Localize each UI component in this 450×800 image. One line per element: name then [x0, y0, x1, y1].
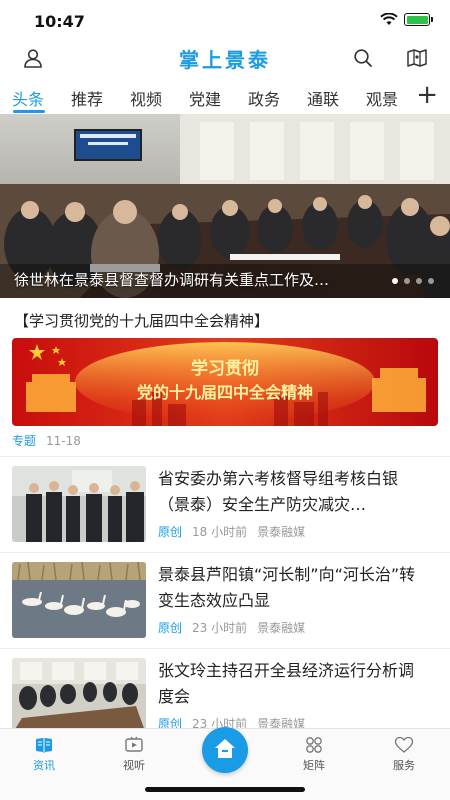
- status-icons: [380, 13, 433, 26]
- news-headline[interactable]: 张文玲主持召开全县经济运行分析调度会: [158, 658, 428, 710]
- status-bar: 10:47: [0, 0, 450, 44]
- news-thumbnail: [12, 658, 146, 734]
- news-source: 景泰融媒: [257, 621, 306, 635]
- app-title: 掌上景泰: [179, 48, 271, 72]
- add-tab-icon[interactable]: +: [416, 80, 438, 110]
- nav-media[interactable]: 视听: [104, 735, 164, 773]
- news-time: 18 小时前: [192, 525, 248, 539]
- bottom-nav: 资讯 视听 矩阵 服务: [0, 727, 450, 800]
- news-thumbnail: [12, 466, 146, 542]
- tab-scenery[interactable]: 观景: [366, 86, 398, 110]
- home-indicator: [145, 787, 305, 792]
- carousel-dot[interactable]: [392, 278, 398, 284]
- tab-headlines[interactable]: 头条: [12, 86, 44, 110]
- news-meta: 原创 23 小时前 景泰融媒: [158, 619, 305, 636]
- news-time: 23 小时前: [192, 621, 248, 635]
- matrix-icon: [306, 737, 322, 753]
- topic-banner[interactable]: 学习贯彻 党的十九届四中全会精神: [12, 338, 438, 426]
- nav-services[interactable]: 服务: [374, 735, 434, 773]
- news-source: 景泰融媒: [257, 525, 306, 539]
- home-button[interactable]: [202, 727, 248, 773]
- category-tabs: 头条 推荐 视频 党建 政务 通联 观景 +: [0, 80, 450, 114]
- topic-tag: 专题: [12, 434, 37, 448]
- carousel-dot[interactable]: [428, 278, 434, 284]
- headline-carousel[interactable]: 徐世林在景泰县督查督办调研有关重点工作及…: [0, 114, 450, 298]
- active-tab-indicator: [13, 110, 45, 113]
- banner-caption[interactable]: 徐世林在景泰县督查督办调研有关重点工作及…: [14, 269, 329, 290]
- news-thumbnail: [12, 562, 146, 638]
- status-time: 10:47: [34, 12, 85, 31]
- divider: [0, 552, 450, 553]
- nav-matrix-label: 矩阵: [303, 759, 325, 772]
- tab-government[interactable]: 政务: [248, 86, 280, 110]
- divider: [0, 456, 450, 457]
- nav-matrix[interactable]: 矩阵: [284, 735, 344, 773]
- news-type: 原创: [158, 621, 183, 635]
- map-icon[interactable]: [406, 47, 428, 69]
- news-item[interactable]: 省安委办第六考核督导组考核白银（景泰）安全生产防灾减灾… 原创 18 小时前 景泰融…: [0, 466, 450, 558]
- nav-news[interactable]: 资讯: [14, 735, 74, 773]
- tab-party-building[interactable]: 党建: [189, 86, 221, 110]
- carousel-dots: [392, 278, 434, 284]
- wifi-icon: [380, 13, 398, 25]
- news-headline[interactable]: 省安委办第六考核督导组考核白银（景泰）安全生产防灾减灾…: [158, 466, 428, 518]
- video-icon: [125, 736, 143, 752]
- home-icon: [215, 739, 235, 758]
- topic-meta: 专题 11-18: [12, 432, 81, 449]
- app-header: 掌上景泰: [0, 44, 450, 74]
- carousel-dot[interactable]: [404, 278, 410, 284]
- nav-news-label: 资讯: [33, 759, 55, 772]
- topic-banner-line1: 学习贯彻: [191, 358, 259, 379]
- tab-video[interactable]: 视频: [130, 86, 162, 110]
- search-icon[interactable]: [352, 47, 374, 69]
- heart-icon: [394, 736, 414, 753]
- nav-media-label: 视听: [123, 759, 145, 772]
- topic-banner-line2: 党的十九届四中全会精神: [137, 383, 313, 402]
- tab-recommended[interactable]: 推荐: [71, 86, 103, 110]
- carousel-dot[interactable]: [416, 278, 422, 284]
- divider: [0, 648, 450, 649]
- news-headline[interactable]: 景泰县芦阳镇“河长制”向“河长治”转变生态效应凸显: [158, 562, 428, 614]
- battery-icon: [404, 13, 433, 26]
- nav-services-label: 服务: [393, 759, 415, 772]
- tab-liaison[interactable]: 通联: [307, 86, 339, 110]
- news-icon: [36, 738, 52, 753]
- news-type: 原创: [158, 525, 183, 539]
- topic-date: 11-18: [46, 434, 81, 448]
- news-meta: 原创 18 小时前 景泰融媒: [158, 523, 305, 540]
- news-item[interactable]: 景泰县芦阳镇“河长制”向“河长治”转变生态效应凸显 原创 23 小时前 景泰融媒: [0, 562, 450, 654]
- topic-title[interactable]: 【学习贯彻党的十九届四中全会精神】: [14, 310, 269, 331]
